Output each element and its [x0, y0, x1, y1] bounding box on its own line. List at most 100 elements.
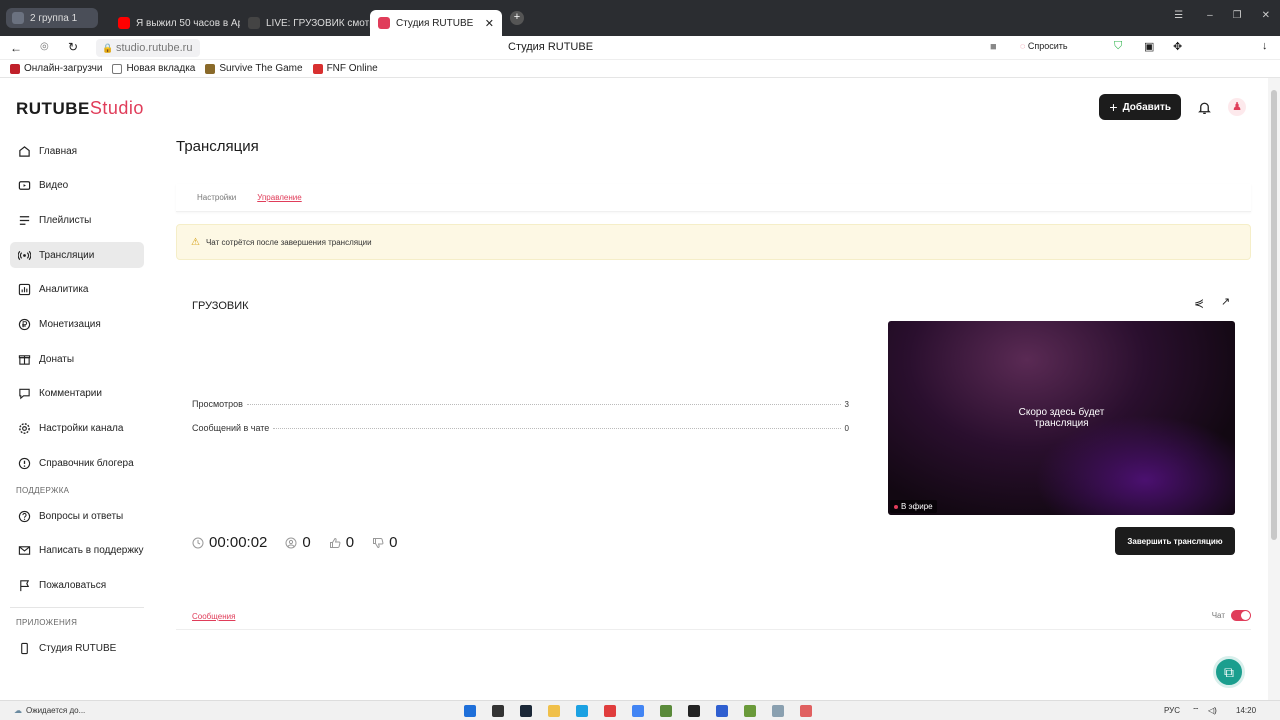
steam-icon[interactable] — [520, 704, 532, 717]
bell-icon[interactable] — [1197, 100, 1212, 115]
download-icon[interactable]: ↓ — [1262, 40, 1268, 52]
scrollbar-thumb[interactable] — [1271, 90, 1277, 540]
sidebar: Главная Видео Плейлисты Трансляции Анали… — [10, 138, 144, 670]
logo-main: RUTUBE — [16, 99, 90, 118]
sidebar-item-label: Комментарии — [39, 388, 102, 400]
tool-icon[interactable] — [800, 704, 812, 717]
back-icon[interactable]: ← — [10, 41, 22, 55]
end-stream-button[interactable]: Завершить трансляцию — [1115, 527, 1235, 555]
chat-warning-banner: ⚠ Чат сотрётся после завершения трансляц… — [176, 224, 1251, 260]
folder-icon[interactable] — [548, 704, 560, 717]
ask-label: Спросить — [1027, 41, 1068, 51]
menu-icon[interactable]: ☰ — [1174, 10, 1183, 21]
sidebar-item-label: Вопросы и ответы — [39, 510, 124, 522]
ask-button[interactable]: ◌ Спросить — [1020, 41, 1068, 51]
close-window-icon[interactable]: ✕ — [1262, 10, 1270, 21]
browser-tab[interactable]: LIVE: ГРУЗОВИК смотре — [240, 10, 370, 36]
sidebar-item-monetization[interactable]: Монетизация — [10, 311, 144, 337]
language-indicator[interactable]: РУС — [1164, 706, 1180, 715]
sidebar-item-home[interactable]: Главная — [10, 138, 144, 164]
bookmark-item[interactable]: FNF Online — [312, 63, 378, 74]
rutube-logo[interactable]: RUTUBEStudio — [16, 98, 144, 119]
new-tab-button[interactable]: + — [510, 11, 524, 25]
clock-icon — [192, 537, 204, 548]
start-icon[interactable] — [464, 704, 476, 717]
sidebar-item-channel-settings[interactable]: Настройки канала — [10, 416, 144, 442]
fnf-icon — [312, 63, 323, 74]
tab-settings[interactable]: Настройки — [197, 184, 236, 212]
bookmark-item[interactable]: Survive The Game — [205, 63, 303, 74]
extension-icon[interactable]: ▣ — [1144, 40, 1154, 53]
taskbar-status: Ожидается до... — [26, 706, 86, 715]
flag-icon — [20, 580, 30, 592]
preview-caption: Скоро здесь будет трансляция — [888, 407, 1235, 429]
sidebar-item-donations[interactable]: Донаты — [10, 346, 144, 372]
browser-tab-active[interactable]: Студия RUTUBE ✕ — [370, 10, 502, 36]
tab-group-label: 2 группа 1 — [30, 12, 78, 24]
tab-title: Я выжил 50 часов в Appl — [136, 17, 240, 29]
thumbs-up-icon — [329, 537, 341, 548]
sidebar-item-analytics[interactable]: Аналитика — [10, 277, 144, 303]
puzzle-icon[interactable]: ✥ — [1173, 40, 1182, 53]
broadcast-icon — [18, 250, 31, 260]
page-title: Трансляция — [176, 138, 259, 155]
roblox-icon[interactable] — [716, 704, 728, 717]
external-link-icon[interactable]: ↗ — [1221, 295, 1230, 308]
preview-caption-line: трансляция — [1034, 418, 1089, 429]
tab-group[interactable]: 2 группа 1 — [6, 8, 98, 28]
browser-tabbar: 2 группа 1 Я выжил 50 часов в Appl LIVE:… — [0, 0, 1280, 36]
likes-count: 0 — [345, 534, 355, 551]
support-section-title: ПОДДЕРЖКА — [16, 486, 70, 496]
tab-management[interactable]: Управление — [257, 184, 301, 212]
edge-icon[interactable] — [576, 704, 588, 717]
minimize-icon[interactable]: – — [1207, 10, 1213, 21]
sidebar-item-contact-support[interactable]: Написать в поддержку — [10, 538, 144, 564]
tab-messages[interactable]: Сообщения — [192, 612, 235, 621]
chrome-icon[interactable] — [632, 704, 644, 717]
apps-section-title: ПРИЛОЖЕНИЯ — [16, 618, 78, 628]
photos-icon[interactable] — [772, 704, 784, 717]
bookmark-item[interactable]: Онлайн-загрузчи — [10, 63, 102, 74]
dislikes-metric: 0 — [372, 534, 397, 551]
forward-icon[interactable]: ◎ — [40, 41, 49, 52]
game-icon[interactable] — [744, 704, 756, 717]
youtube-icon — [118, 17, 130, 29]
sidebar-item-faq[interactable]: Вопросы и ответы — [10, 503, 144, 529]
sidebar-item-report[interactable]: Пожаловаться — [10, 573, 144, 599]
stream-metrics: 00:00:02 0 0 0 — [192, 534, 415, 551]
taskview-icon[interactable] — [492, 704, 504, 717]
avatar[interactable]: ♟ — [1228, 98, 1246, 116]
sidebar-item-playlists[interactable]: Плейлисты — [10, 207, 144, 233]
volume-icon[interactable]: ◁) — [1208, 706, 1217, 715]
sidebar-item-video[interactable]: Видео — [10, 173, 144, 199]
minecraft-icon[interactable] — [660, 704, 672, 717]
sidebar-item-studio-app[interactable]: Студия RUTUBE — [10, 635, 144, 661]
browser-tab[interactable]: Я выжил 50 часов в Appl — [110, 10, 240, 36]
wifi-icon[interactable]: ⌔ — [1192, 706, 1200, 716]
close-tab-icon[interactable]: ✕ — [485, 17, 494, 30]
url-field[interactable]: 🔒 studio.rutube.ru — [96, 39, 201, 57]
app-icon[interactable] — [688, 704, 700, 717]
stream-preview[interactable]: Скоро здесь будет трансляция В эфире — [888, 321, 1235, 515]
shield-icon[interactable]: ⛉ — [1114, 40, 1122, 53]
sidebar-item-blogger-guide[interactable]: Справочник блогера — [10, 450, 144, 476]
bookmark-icon[interactable]: ■ — [990, 41, 997, 53]
stat-row-chat-messages: Сообщений в чате 0 — [192, 423, 849, 433]
sidebar-item-label: Видео — [39, 180, 69, 192]
url-text: studio.rutube.ru — [116, 42, 193, 54]
stream-timer: 00:00:02 — [209, 534, 268, 551]
reload-icon[interactable]: ↻ — [68, 40, 78, 54]
yandex-icon[interactable] — [604, 704, 616, 717]
sidebar-item-broadcasts[interactable]: Трансляции — [10, 242, 144, 269]
share-icon[interactable]: ⋞ — [1194, 296, 1204, 310]
chat-toggle[interactable] — [1231, 610, 1251, 621]
maximize-icon[interactable]: ❐ — [1233, 10, 1242, 21]
page-scrollbar[interactable] — [1268, 78, 1280, 700]
bookmark-label: FNF Online — [326, 63, 378, 74]
sidebar-item-comments[interactable]: Комментарии — [10, 381, 144, 407]
bookmark-item[interactable]: Новая вкладка — [112, 63, 195, 74]
add-button[interactable]: + Добавить — [1099, 94, 1181, 120]
support-chat-button[interactable]: ⧉ — [1213, 656, 1245, 688]
clock[interactable]: 14:20 — [1236, 706, 1256, 715]
sidebar-item-label: Настройки канала — [39, 423, 124, 434]
